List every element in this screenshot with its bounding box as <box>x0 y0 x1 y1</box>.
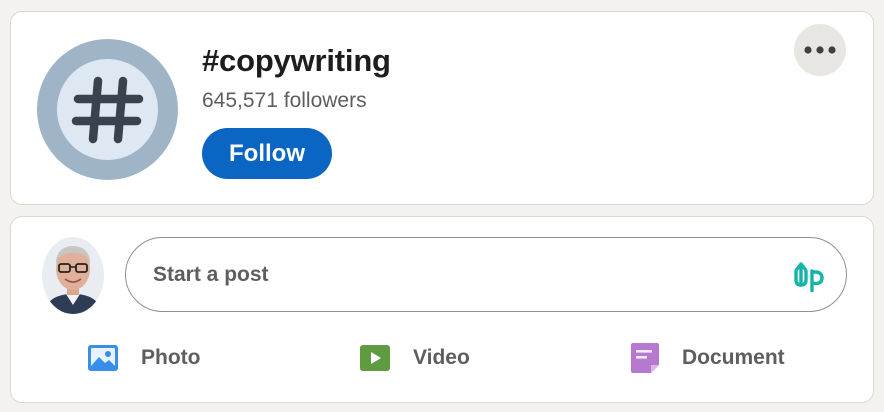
photo-icon <box>88 345 118 371</box>
more-options-button[interactable] <box>794 24 846 76</box>
start-post-placeholder: Start a post <box>153 263 269 286</box>
photo-label: Photo <box>141 346 201 369</box>
video-label: Video <box>413 346 470 369</box>
more-horizontal-icon <box>804 46 836 54</box>
post-composer-card: Start a post Photo Video Document <box>10 216 874 403</box>
hashtag-title: #copywriting <box>202 43 391 78</box>
hashtag-icon <box>57 59 158 160</box>
document-button[interactable]: Document <box>630 340 785 376</box>
hashtag-card: #copywriting 645,571 followers Follow <box>10 11 874 205</box>
follower-count: 645,571 followers <box>202 89 367 112</box>
user-avatar[interactable] <box>42 237 104 314</box>
video-button[interactable]: Video <box>359 340 470 376</box>
document-label: Document <box>682 346 785 369</box>
document-icon <box>631 343 659 373</box>
hashtag-avatar <box>37 39 178 180</box>
video-icon <box>360 345 390 371</box>
start-post-input[interactable]: Start a post <box>125 237 847 312</box>
up-arrow-logo-icon[interactable] <box>792 258 826 297</box>
follow-button[interactable]: Follow <box>202 128 332 179</box>
photo-button[interactable]: Photo <box>87 340 200 376</box>
